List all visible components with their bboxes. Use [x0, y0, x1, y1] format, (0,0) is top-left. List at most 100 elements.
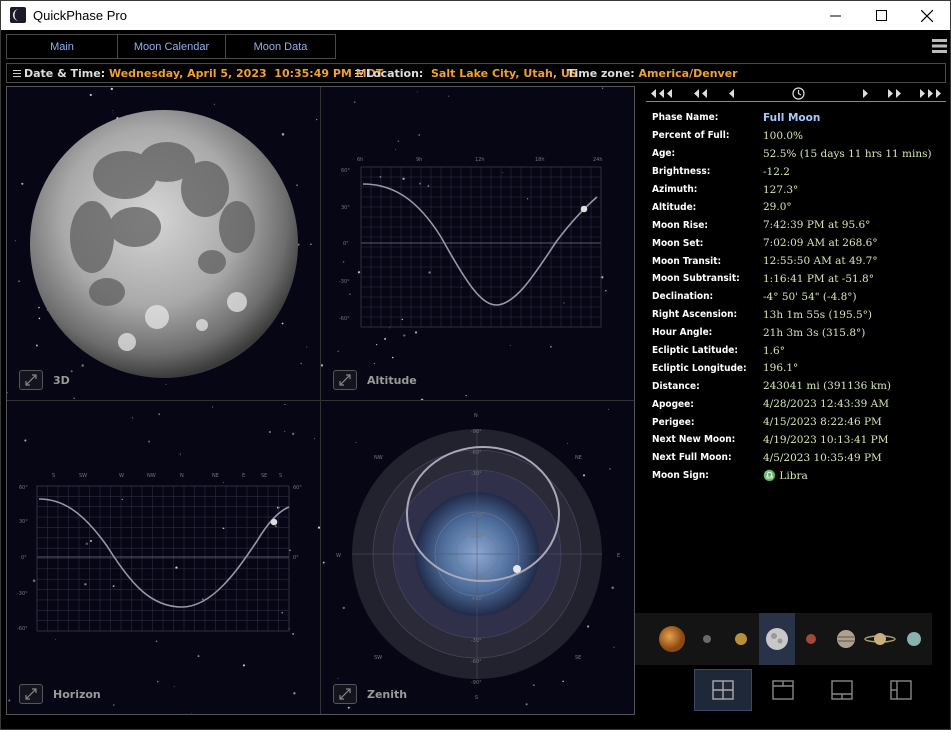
hor-x-tick: S: [279, 473, 282, 479]
expand-icon: [339, 688, 351, 700]
moon-data-value: 52.5% (15 days 11 hrs 11 mins): [763, 147, 932, 160]
close-button[interactable]: [904, 1, 950, 30]
view-altitude[interactable]: 6h 9h 12h 18h 24h 60° 30° 0° -30° -60° A…: [321, 87, 634, 400]
alt-x-tick: 24h: [593, 157, 603, 163]
date-time-selector[interactable]: Date & Time: Wednesday, April 5, 2023 10…: [13, 67, 383, 80]
forward-medium-button[interactable]: [886, 85, 906, 101]
moon-button[interactable]: [759, 613, 795, 665]
zen-compass: NE: [575, 455, 582, 461]
layout-selector: [635, 669, 932, 711]
moon-data-value: 4/19/2023 10:13:41 PM: [763, 433, 889, 446]
sun-button[interactable]: [655, 613, 689, 665]
expand-icon: [25, 374, 37, 386]
moon-data-label: Moon Set:: [652, 237, 704, 249]
alt-y-tick: -30°: [339, 279, 350, 285]
zen-ring: -90°: [471, 680, 482, 686]
expand-zenith-button[interactable]: [333, 684, 357, 704]
moon-data-value: -4° 50' 54" (-4.8°): [763, 290, 857, 303]
alt-y-tick: 30°: [341, 205, 350, 211]
hor-x-tick: W: [119, 473, 124, 479]
view-horizon-label-group: Horizon: [19, 684, 101, 704]
zen-ring: -60°: [471, 659, 482, 665]
now-button[interactable]: [790, 85, 806, 101]
mars-button[interactable]: [794, 613, 828, 665]
back-small-button[interactable]: [726, 85, 738, 101]
moon-data-row: Moon Transit: 12:55:50 AM at 49.7°: [652, 252, 932, 270]
minimize-button[interactable]: [812, 1, 858, 30]
zen-compass: E: [617, 553, 620, 559]
expand-3d-button[interactable]: [19, 370, 43, 390]
moon-data-row: Ecliptic Longitude: 196.1°: [652, 359, 932, 377]
moon-data-label: Moon Transit:: [652, 255, 722, 267]
location-selector[interactable]: Location: Salt Lake City, Utah, US: [355, 67, 578, 80]
moon-data-label: Right Ascension:: [652, 309, 738, 321]
hor-x-tick: S: [52, 473, 55, 479]
view-zenith[interactable]: N NW NE W E SW SE S -90° -60° -30° +30° …: [321, 401, 634, 714]
moon-data-value: 21h 3m 3s (315.8°): [763, 326, 866, 339]
zen-compass: S: [475, 695, 478, 701]
zen-ring: -30°: [471, 638, 482, 644]
moon-data-label: Declination:: [652, 291, 714, 303]
uranus-button[interactable]: [897, 613, 931, 665]
mercury-icon: [703, 635, 711, 643]
view-horizon-label: Horizon: [53, 687, 101, 701]
alt-x-tick: 6h: [357, 157, 363, 163]
expand-horizon-button[interactable]: [19, 684, 43, 704]
left-arrow-icon: [728, 88, 734, 98]
moon-data-label: Moon Sign:: [652, 470, 709, 482]
back-large-button[interactable]: [648, 85, 678, 101]
layout-bottom-button[interactable]: [813, 669, 871, 711]
moon-data-label: Age:: [652, 148, 676, 160]
hor-y-tick: -60°: [17, 626, 28, 632]
moon-data-row: Altitude: 29.0°: [652, 198, 932, 216]
mercury-button[interactable]: [690, 613, 724, 665]
layout-grid-button[interactable]: [694, 669, 752, 711]
layout-side-button[interactable]: [872, 669, 930, 711]
moon-data-value: Full Moon: [763, 111, 821, 124]
saturn-button[interactable]: [863, 613, 897, 665]
zen-ring: -30°: [471, 471, 482, 477]
view-horizon[interactable]: S SW W NW N NE E SE S 60° 30° 0° -30° -6…: [7, 401, 320, 714]
app-moon-icon: [10, 7, 26, 23]
moon-data-label: Distance:: [652, 380, 700, 392]
date-time-label: Date & Time:: [24, 67, 106, 80]
hor-x-tick: NW: [147, 473, 156, 479]
back-medium-button[interactable]: [692, 85, 712, 101]
uranus-icon: [907, 632, 921, 646]
saturn-icon: [864, 633, 896, 645]
tab-bar: Main Moon Calendar Moon Data: [6, 34, 336, 59]
moon-data-value: 127.3°: [763, 183, 799, 196]
moon-data-value: 29.0°: [763, 201, 792, 214]
view-zenith-label: Zenith: [367, 687, 408, 701]
forward-large-button[interactable]: [918, 85, 946, 101]
location-menu-icon: [355, 70, 363, 77]
moon-data-value: 12:55:50 AM at 49.7°: [763, 255, 878, 268]
moon-data-label: Perigee:: [652, 416, 695, 428]
tab-moon-data[interactable]: Moon Data: [226, 35, 335, 58]
moon-data-row: Perigee: 4/15/2023 8:22:46 PM: [652, 413, 932, 431]
altitude-chart: 6h 9h 12h 18h 24h 60° 30° 0° -30° -60°: [339, 157, 603, 328]
menu-icon[interactable]: [932, 39, 947, 53]
layout-top-button[interactable]: [754, 669, 812, 711]
tab-moon-calendar[interactable]: Moon Calendar: [118, 35, 226, 58]
window-title: QuickPhase Pro: [33, 8, 127, 23]
moon-data-label: Percent of Full:: [652, 130, 730, 142]
maximize-button[interactable]: [858, 1, 904, 30]
view-3d[interactable]: 3D: [7, 87, 320, 400]
moon-data-label: Apogee:: [652, 398, 694, 410]
expand-altitude-button[interactable]: [333, 370, 357, 390]
moon-data-value: 4/28/2023 12:43:39 AM: [763, 398, 890, 411]
hor-y-tick: 60°: [19, 485, 28, 491]
horizon-chart: S SW W NW N NE E SE S 60° 30° 0° -30° -6…: [17, 473, 302, 632]
venus-button[interactable]: [724, 613, 758, 665]
tab-main[interactable]: Main: [7, 35, 118, 58]
moon-data-label: Next New Moon:: [652, 434, 736, 446]
moon-data-label: Hour Angle:: [652, 327, 713, 339]
jupiter-button[interactable]: [829, 613, 863, 665]
double-left-arrow-icon: [694, 88, 707, 98]
location-value: Salt Lake City, Utah, US: [431, 67, 578, 80]
view-3d-label: 3D: [53, 373, 70, 387]
moon-data-row: Brightness: -12.2: [652, 163, 932, 181]
forward-small-button[interactable]: [860, 85, 872, 101]
timezone-value: America/Denver: [638, 67, 738, 80]
